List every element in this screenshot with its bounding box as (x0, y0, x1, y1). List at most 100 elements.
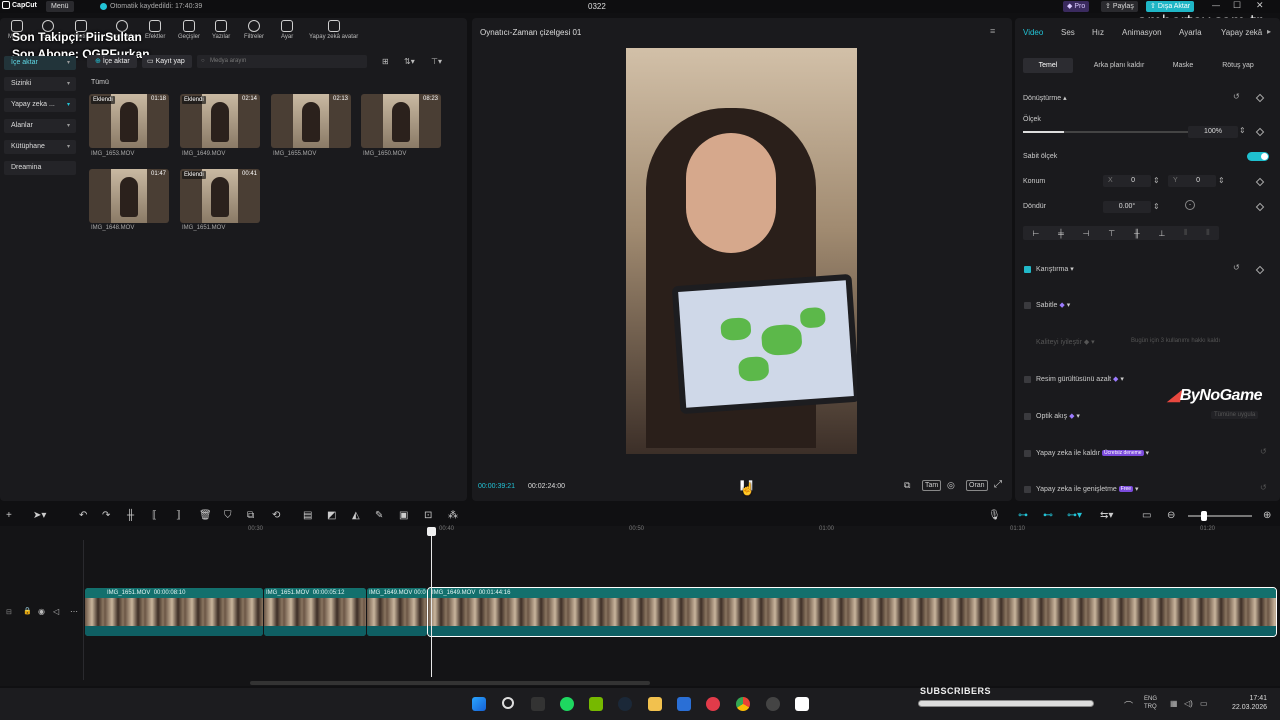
wifi-icon[interactable]: ⌒ (1124, 699, 1133, 712)
keyframe-icon[interactable] (1255, 127, 1265, 137)
playhead[interactable] (431, 529, 432, 677)
reset-icon[interactable]: ↺ (1233, 92, 1240, 101)
media-clip[interactable]: Eklendi 02:14 (180, 94, 260, 148)
denoise-heading[interactable]: Resim gürültüsünü azalt ◆ ▾ (1036, 375, 1124, 383)
language-indicator[interactable]: ENG TRQ (1144, 695, 1157, 711)
media-clip[interactable]: 02:13 (271, 94, 351, 148)
media-clip[interactable]: Eklendi 01:18 (89, 94, 169, 148)
full-quality-button[interactable]: Tam (922, 480, 942, 491)
subtab-basic[interactable]: Temel (1023, 58, 1073, 73)
apply-all-button[interactable]: Tümüne uygula (1211, 411, 1259, 419)
align-center-icon[interactable]: ╪ (1058, 229, 1064, 238)
maximize-icon[interactable]: ☐ (1233, 0, 1241, 11)
split-icon[interactable]: ╫ (127, 510, 134, 521)
align-right-icon[interactable]: ⊣ (1083, 229, 1090, 238)
stepper-icon[interactable]: ⇕ (1153, 202, 1160, 211)
store-icon[interactable] (677, 697, 691, 711)
ai-remove-heading[interactable]: Yapay zeka ile kaldır Ücretsiz deneme ▾ (1036, 449, 1149, 457)
zoom-slider-handle[interactable] (1201, 511, 1207, 521)
crop-tool-icon[interactable]: ⧉ (247, 510, 254, 521)
optical-flow-checkbox[interactable] (1024, 413, 1031, 420)
chrome-icon[interactable] (736, 697, 750, 711)
audio-edit-icon[interactable]: ⁂ (448, 510, 458, 521)
lock-icon[interactable]: 🔒 (23, 607, 32, 615)
export-button[interactable]: ⇧ Dışa Aktar (1146, 1, 1195, 12)
tool-captions[interactable]: Yazılar (212, 20, 230, 40)
reset-icon[interactable]: ↺ (1260, 483, 1267, 492)
stabilize-heading[interactable]: Sabitle ◆ ▾ (1036, 301, 1070, 309)
ai-expand-checkbox[interactable] (1024, 486, 1031, 493)
transform-heading[interactable]: Dönüştürme ▴ (1023, 94, 1067, 102)
speed-icon[interactable]: ⟲ (272, 510, 280, 521)
obs-icon[interactable] (766, 697, 780, 711)
media-clip[interactable]: 01:47 (89, 169, 169, 223)
battery-icon[interactable]: ▭ (1200, 699, 1208, 708)
keyframe-icon[interactable] (1255, 93, 1265, 103)
sidebar-item-library[interactable]: Kütüphane ▾ (4, 140, 76, 154)
scale-value[interactable]: 100% (1188, 126, 1238, 138)
snap-icon[interactable]: ⊶▾ (1067, 510, 1082, 521)
ai-remove-checkbox[interactable] (1024, 450, 1031, 457)
search-taskbar-icon[interactable] (502, 697, 514, 709)
stepper-icon[interactable]: ⇕ (1218, 176, 1225, 185)
capcut-taskbar-icon[interactable] (795, 697, 809, 711)
tab-adjust[interactable]: Ayarla (1179, 28, 1202, 37)
distribute-v-icon[interactable]: ⫴ (1206, 228, 1209, 238)
zoom-out-icon[interactable]: ⊖ (1167, 510, 1175, 521)
crop-icon[interactable]: ⧉ (904, 480, 910, 491)
menu-button[interactable]: Menü (46, 1, 74, 12)
subtab-retouch[interactable]: Rötuş yap (1213, 58, 1263, 73)
denoise-checkbox[interactable] (1024, 376, 1031, 383)
sort-icon[interactable]: ⇅▾ (404, 57, 415, 66)
preview-axis-icon[interactable]: ⇆▾ (1100, 510, 1113, 521)
timeline-clip-selected[interactable]: IMG_1649.MOV 00:01:44:16 (427, 587, 1277, 637)
task-view-icon[interactable] (531, 697, 545, 711)
close-icon[interactable]: ✕ (1256, 0, 1264, 11)
volume-icon[interactable]: ◁ (53, 607, 59, 616)
align-left-icon[interactable]: ⊢ (1032, 229, 1039, 238)
media-clip[interactable]: 08:23 (361, 94, 441, 148)
media-clip[interactable]: Eklendi 00:41 (180, 169, 260, 223)
tool-adjust[interactable]: Ayar (281, 20, 293, 40)
tab-ai[interactable]: Yapay zekâ (1221, 28, 1262, 37)
minimize-icon[interactable]: — (1212, 1, 1220, 10)
media-search-input[interactable]: ○ Medya arayın (197, 55, 367, 68)
ai-expand-heading[interactable]: Yapay zeka ile genişletme Free ▾ (1036, 485, 1139, 493)
fit-icon[interactable]: ▭ (1142, 510, 1151, 521)
split-left-icon[interactable]: ⟦ (152, 510, 157, 521)
keyframe-icon[interactable] (1255, 202, 1265, 212)
sidebar-item-ai[interactable]: Yapay zeka ... ▾ (4, 98, 76, 112)
position-x-field[interactable]: X0 (1103, 175, 1151, 187)
ai-tool-icon[interactable]: ✎ (375, 510, 383, 521)
keyframe-icon[interactable] (1255, 177, 1265, 187)
file-explorer-icon[interactable] (648, 697, 662, 711)
rotate-value[interactable]: 0.00° (1103, 201, 1151, 213)
select-tool-icon[interactable]: ➤▾ (33, 510, 46, 521)
playhead-handle[interactable] (427, 527, 436, 536)
network-icon[interactable]: ▦ (1170, 699, 1178, 708)
distribute-h-icon[interactable]: ⫴ (1184, 228, 1187, 238)
tab-audio[interactable]: Ses (1061, 28, 1075, 37)
zoom-slider[interactable] (1188, 515, 1252, 517)
blend-checkbox[interactable] (1024, 266, 1031, 273)
import-button[interactable]: ⊕ İçe aktar (87, 55, 137, 68)
tab-animation[interactable]: Animasyon (1122, 28, 1162, 37)
sidebar-item-yours[interactable]: Sizinki ▾ (4, 77, 76, 91)
eye-icon[interactable]: ◉ (38, 607, 45, 616)
magnet-icon[interactable]: ⊷ (1043, 510, 1053, 521)
windows-start-icon[interactable] (472, 697, 486, 711)
video-preview[interactable] (626, 48, 857, 454)
align-bottom-icon[interactable]: ⊥ (1158, 229, 1165, 238)
grid-view-icon[interactable]: ⊞ (382, 57, 389, 66)
position-y-field[interactable]: Y0 (1168, 175, 1216, 187)
rotate-dial-icon[interactable]: - (1185, 200, 1195, 210)
menu-icon[interactable]: ≡ (990, 26, 995, 36)
timeline-clip[interactable]: IMG_1649.MOV 00:0 (367, 588, 427, 636)
blend-heading[interactable]: Karıştırma ▾ (1036, 265, 1074, 273)
subtab-remove-bg[interactable]: Arka planı kaldır (1081, 58, 1157, 73)
spotify-icon[interactable] (560, 697, 574, 711)
keyframe-icon[interactable] (1255, 265, 1265, 275)
stepper-icon[interactable]: ⇕ (1153, 176, 1160, 185)
clock[interactable]: 17:41 22.03.2026 (1232, 694, 1267, 712)
optical-flow-heading[interactable]: Optik akış ◆ ▾ (1036, 412, 1080, 420)
